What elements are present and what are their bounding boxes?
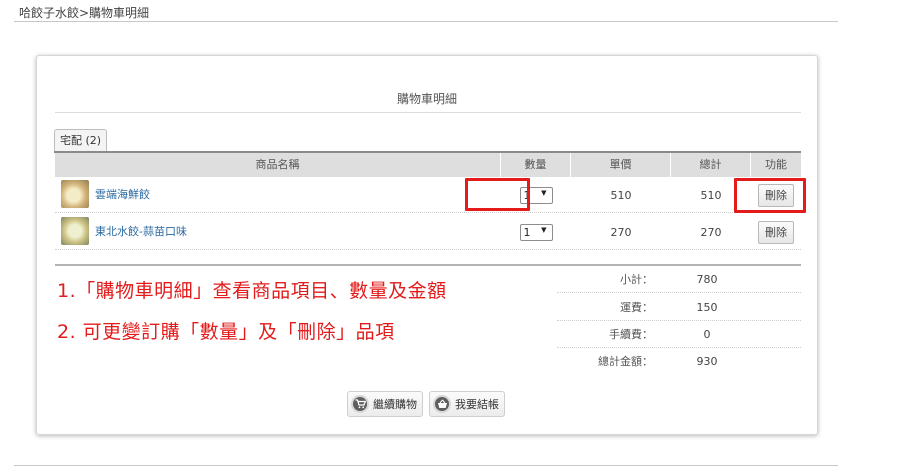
table-row: 東北水餃-蒜苗口味 1 ▼ 270 270 刪除 [55, 214, 801, 250]
annotation-line-2: 2. 可更變訂購「數量」及「刪除」品項 [57, 321, 395, 343]
table-header: 商品名稱 數量 單價 總計 功能 [55, 153, 801, 177]
product-thumbnail [61, 180, 89, 208]
header-total: 總計 [671, 153, 751, 177]
quantity-value: 1 [523, 225, 531, 239]
summary-value: 0 [703, 328, 711, 341]
caret-down-icon: ▼ [541, 225, 547, 234]
header-unit-price: 單價 [571, 153, 671, 177]
annotation-line-1: 1.「購物車明細」查看商品項目、數量及金額 [57, 280, 447, 302]
checkout-button[interactable]: 我要結帳 [429, 391, 505, 417]
header-quantity: 數量 [501, 153, 571, 177]
summary-row-subtotal: 小計： 780 [557, 266, 801, 293]
quantity-select[interactable]: 1 ▼ [519, 223, 553, 241]
basket-icon [433, 395, 451, 413]
summary-label: 運費： [620, 301, 653, 314]
shopping-cart-icon [351, 395, 369, 413]
summary-label: 總計金額： [598, 355, 653, 368]
divider [55, 112, 801, 113]
summary-row-grand-total: 總計金額： 930 [557, 348, 801, 375]
divider [14, 465, 838, 466]
summary-row-shipping: 運費： 150 [557, 294, 801, 321]
delete-button[interactable]: 刪除 [758, 220, 794, 244]
breadcrumb: 哈餃子水餃>購物車明細 [19, 6, 150, 20]
product-name-link[interactable]: 雲端海鮮餃 [95, 177, 150, 213]
summary-value: 930 [696, 355, 718, 368]
line-total: 270 [700, 225, 722, 239]
header-function: 功能 [765, 158, 787, 171]
caret-down-icon: ▼ [541, 188, 547, 197]
function-cell: 刪除 [751, 214, 801, 250]
summary-label: 小計： [620, 273, 653, 286]
continue-shopping-button[interactable]: 繼續購物 [347, 391, 423, 417]
unit-price: 510 [610, 188, 632, 202]
table-row: 雲端海鮮餃 1 ▼ 510 510 刪除 [55, 177, 801, 213]
delete-highlight-box [734, 178, 806, 213]
tab-home-delivery[interactable]: 宅配 (2) [54, 129, 108, 151]
product-name-link[interactable]: 東北水餃-蒜苗口味 [95, 214, 187, 250]
summary-row-handling-fee: 手續費： 0 [557, 321, 801, 348]
header-product-name: 商品名稱 [55, 153, 501, 177]
unit-price: 270 [610, 225, 632, 239]
panel-title: 購物車明細 [396, 92, 457, 106]
divider [14, 21, 838, 22]
quantity-highlight-box [465, 178, 530, 211]
summary-value: 780 [696, 273, 718, 286]
product-thumbnail [61, 217, 89, 245]
checkout-label: 我要結帳 [455, 398, 499, 411]
summary-label: 手續費： [609, 328, 653, 341]
continue-shopping-label: 繼續購物 [373, 398, 417, 411]
quantity-cell: 1 ▼ [501, 214, 571, 250]
summary-value: 150 [696, 301, 718, 314]
cart-panel: 購物車明細 宅配 (2) 商品名稱 數量 單價 總計 功能 雲端海鮮餃 1 ▼ … [36, 55, 818, 435]
